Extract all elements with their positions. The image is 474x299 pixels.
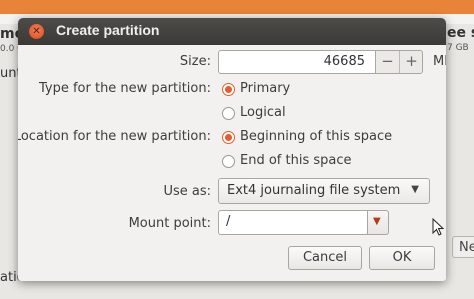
- size-stepper: − +: [375, 50, 423, 74]
- chevron-down-icon: ▼: [411, 184, 419, 195]
- background-new-button[interactable]: Ne: [452, 236, 474, 258]
- dialog-titlebar: ✕ Create partition: [18, 18, 446, 45]
- mount-point-dropdown-button[interactable]: ▼: [367, 210, 389, 235]
- location-end-label[interactable]: End of this space: [240, 153, 352, 168]
- background-right-subtitle: 7 GB: [447, 43, 469, 53]
- type-logical-radio[interactable]: [222, 107, 235, 120]
- location-beginning-radio[interactable]: [222, 131, 235, 144]
- decrement-button[interactable]: −: [376, 51, 400, 73]
- mouse-cursor-icon: [432, 218, 445, 236]
- dialog-title: Create partition: [56, 22, 160, 38]
- type-primary-label[interactable]: Primary: [240, 81, 290, 96]
- size-label: Size:: [179, 54, 211, 69]
- background-right-title: ee sp: [447, 25, 474, 41]
- type-logical-label[interactable]: Logical: [240, 105, 286, 120]
- use-as-dropdown[interactable]: Ext4 journaling file system ▼: [218, 178, 430, 204]
- chevron-down-icon: ▼: [373, 216, 381, 227]
- ok-button[interactable]: OK: [369, 246, 435, 270]
- size-value: 46685: [323, 54, 365, 69]
- location-end-radio[interactable]: [222, 155, 235, 168]
- mount-point-input[interactable]: /: [218, 210, 368, 235]
- use-as-value: Ext4 journaling file system: [227, 183, 401, 198]
- create-partition-dialog: ✕ Create partition Size: 46685 − + MB Ty…: [18, 18, 446, 281]
- mount-point-label: Mount point:: [128, 216, 211, 231]
- mount-point-value: /: [226, 214, 231, 229]
- location-beginning-label[interactable]: Beginning of this space: [240, 129, 392, 144]
- type-primary-radio[interactable]: [222, 83, 235, 96]
- use-as-label: Use as:: [163, 184, 211, 199]
- increment-button[interactable]: +: [400, 51, 423, 73]
- size-input[interactable]: 46685: [218, 50, 376, 74]
- background-orange-strip: [0, 0, 474, 14]
- partition-location-label: Location for the new partition:: [18, 129, 211, 144]
- size-unit: MB: [433, 54, 446, 69]
- close-icon[interactable]: ✕: [29, 24, 44, 39]
- cancel-button[interactable]: Cancel: [288, 246, 362, 270]
- partition-type-label: Type for the new partition:: [38, 81, 211, 96]
